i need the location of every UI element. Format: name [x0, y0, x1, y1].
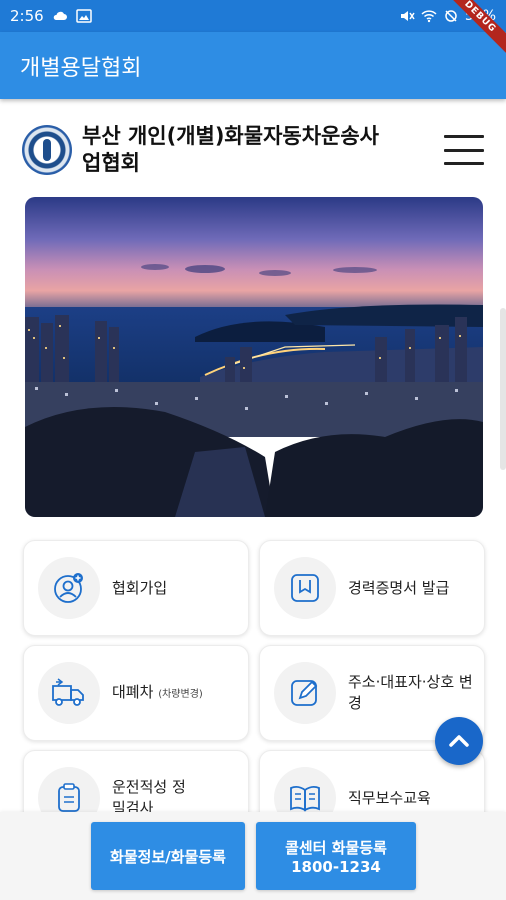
- app-title: 개별용달협회: [20, 55, 142, 81]
- callcenter-title: 콜센터 화물등록: [285, 838, 387, 857]
- cargo-info-button[interactable]: 화물정보/화물등록: [91, 822, 245, 890]
- app-bar: 개별용달협회: [0, 32, 506, 99]
- status-time: 2:56: [10, 7, 44, 25]
- hamburger-menu-icon[interactable]: [444, 135, 484, 165]
- association-logo: [22, 125, 72, 175]
- menu-card-label: 대폐차 (차량변경): [112, 682, 203, 705]
- user-add-icon: [38, 557, 100, 619]
- menu-card-label: 직무보수교육: [348, 788, 431, 807]
- hero-city-night-image: [25, 197, 483, 517]
- bookmark-icon: [274, 557, 336, 619]
- menu-card-membership[interactable]: 협회가입: [23, 540, 249, 636]
- edit-icon: [274, 662, 336, 724]
- cloud-icon: [53, 11, 67, 20]
- menu-card-label: 경력증명서 발급: [348, 578, 450, 597]
- menu-card-vehicle-change[interactable]: 대폐차 (차량변경): [23, 645, 249, 741]
- chevron-up-icon: [449, 735, 469, 747]
- vehicle-change-label: 대폐차: [112, 682, 154, 701]
- menu-card-label: 협회가입: [112, 578, 168, 597]
- mute-icon: [400, 11, 415, 21]
- city-skyline-illustration: [25, 197, 483, 517]
- image-icon: [75, 9, 92, 23]
- cargo-info-label: 화물정보/화물등록: [110, 847, 226, 866]
- bottom-action-bar: 화물정보/화물등록 콜센터 화물등록 1800-1234: [0, 812, 506, 900]
- status-bar: 2:56 57%: [0, 0, 506, 32]
- scroll-indicator[interactable]: [500, 308, 506, 470]
- menu-card-label: 주소·대표자·상호 변경: [348, 673, 473, 712]
- vehicle-change-sub: (차량변경): [158, 688, 203, 700]
- callcenter-phone: 1800-1234: [291, 857, 381, 876]
- org-name: 부산 개인(개별)화물자동차운송사업협회: [82, 124, 379, 175]
- scroll-top-button[interactable]: [435, 717, 483, 765]
- wifi-icon: [421, 10, 437, 23]
- no-sync-icon: [445, 10, 457, 22]
- header: 부산 개인(개별)화물자동차운송사업협회: [22, 118, 484, 182]
- truck-icon: [38, 662, 100, 724]
- menu-card-career-cert[interactable]: 경력증명서 발급: [259, 540, 485, 636]
- callcenter-button[interactable]: 콜센터 화물등록 1800-1234: [256, 822, 416, 890]
